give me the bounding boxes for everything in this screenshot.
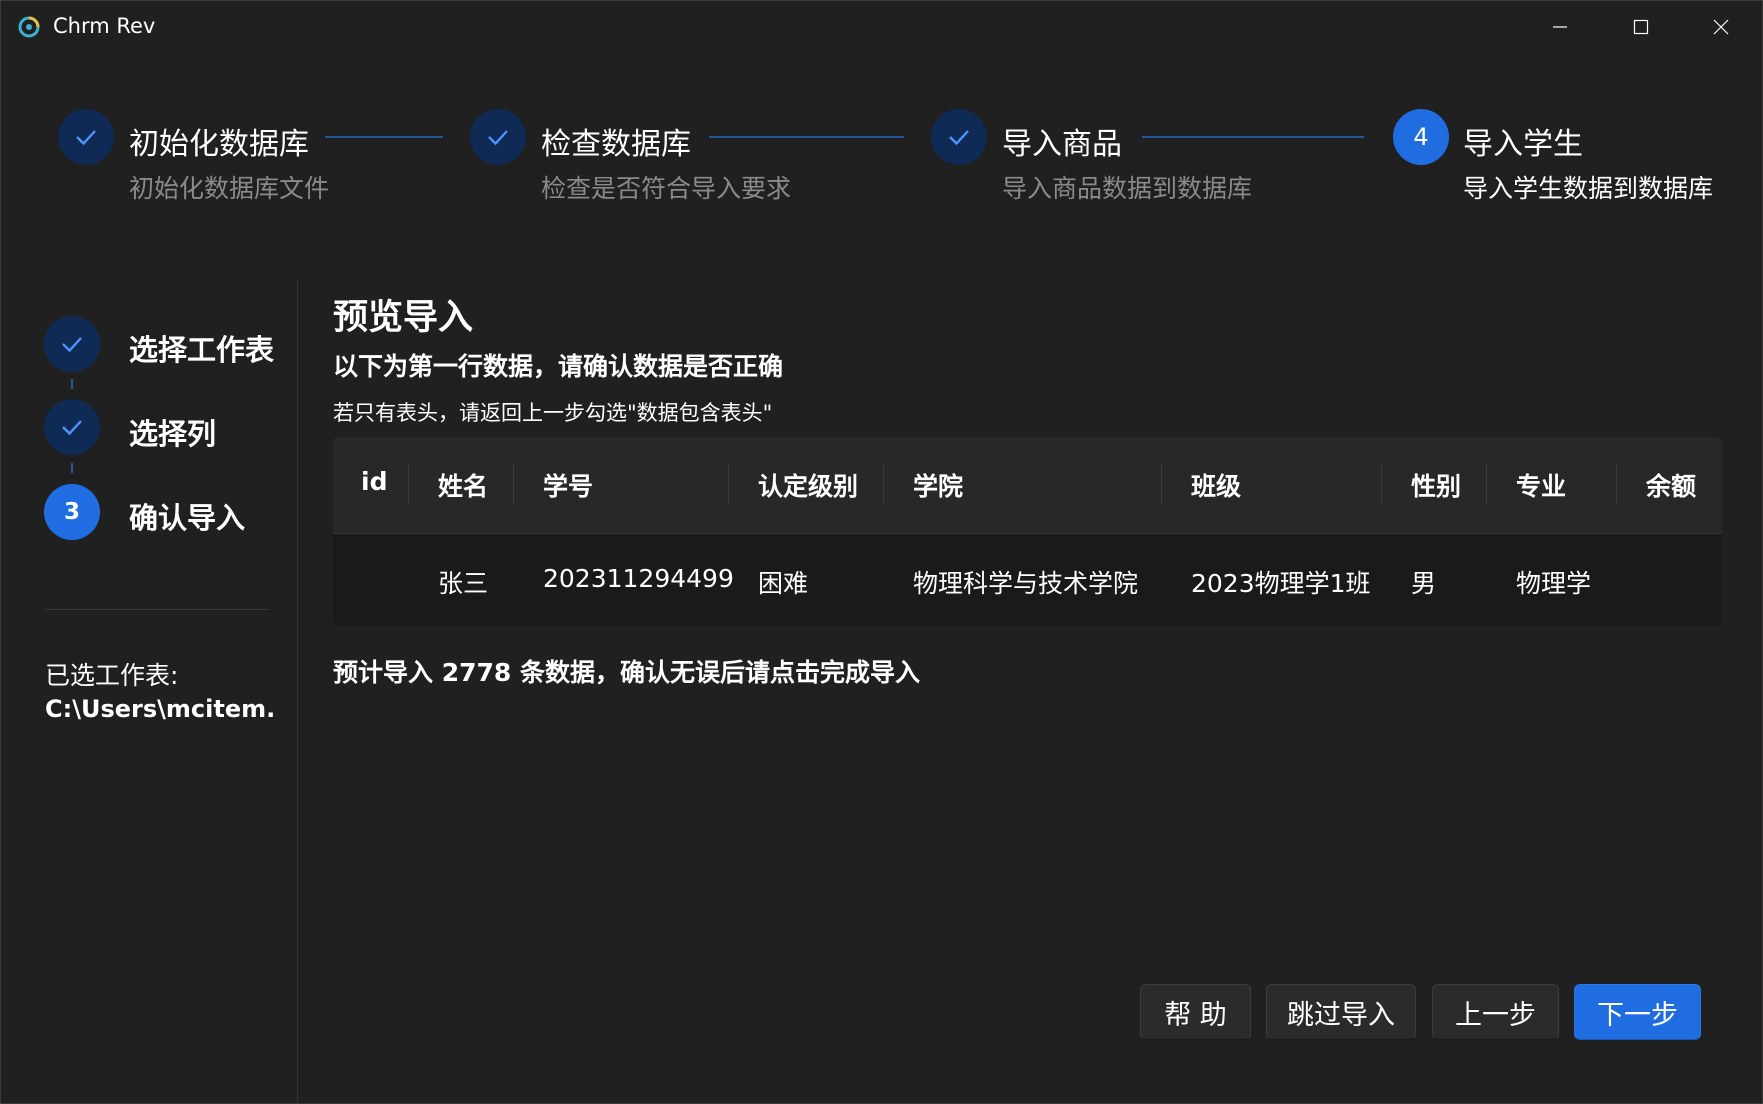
app-logo-icon bbox=[18, 16, 40, 38]
table-row: 张三 202311294499 困难 物理科学与技术学院 2023物理学1班 男… bbox=[333, 534, 1722, 626]
previous-step-button[interactable]: 上一步 bbox=[1432, 984, 1559, 1040]
substep-1-label: 选择工作表 bbox=[129, 333, 275, 367]
column-separator[interactable] bbox=[728, 463, 729, 505]
cell-gender: 男 bbox=[1411, 569, 1437, 598]
close-button[interactable] bbox=[1681, 1, 1761, 53]
check-icon bbox=[488, 130, 508, 146]
table-header-row: id 姓名 学号 认定级别 学院 班级 性别 专业 余额 bbox=[333, 437, 1722, 534]
selected-sheet-label: 已选工作表: bbox=[45, 661, 179, 690]
step-4-active-indicator: 4 bbox=[1393, 109, 1449, 165]
column-separator[interactable] bbox=[1486, 463, 1487, 505]
substep-connector bbox=[71, 463, 73, 473]
substep-3-label: 确认导入 bbox=[129, 501, 246, 535]
column-header-major[interactable]: 专业 bbox=[1516, 467, 1566, 503]
preview-table: id 姓名 学号 认定级别 学院 班级 性别 专业 余额 张三 20231129… bbox=[333, 437, 1722, 626]
close-icon bbox=[1713, 19, 1729, 35]
left-divider bbox=[45, 609, 269, 610]
cell-level: 困难 bbox=[758, 569, 809, 598]
cell-class: 2023物理学1班 bbox=[1191, 569, 1371, 598]
check-icon bbox=[949, 130, 969, 146]
cell-name: 张三 bbox=[438, 569, 489, 598]
column-header-class[interactable]: 班级 bbox=[1191, 467, 1241, 503]
page-subtitle: 以下为第一行数据，请确认数据是否正确 bbox=[333, 352, 784, 381]
step-2-done-indicator bbox=[470, 109, 526, 165]
page-hint: 若只有表头，请返回上一步勾选"数据包含表头" bbox=[333, 401, 773, 425]
skip-import-button[interactable]: 跳过导入 bbox=[1266, 984, 1416, 1040]
step-4-title: 导入学生 bbox=[1463, 127, 1583, 162]
column-header-college[interactable]: 学院 bbox=[913, 467, 963, 503]
title-bar: Chrm Rev bbox=[1, 1, 1762, 53]
step-connector bbox=[709, 136, 904, 138]
column-separator[interactable] bbox=[1161, 463, 1162, 505]
window-title: Chrm Rev bbox=[53, 14, 156, 38]
step-2-title: 检查数据库 bbox=[541, 127, 691, 162]
step-connector bbox=[325, 136, 443, 138]
cell-student-id: 202311294499 bbox=[543, 564, 734, 593]
column-header-id[interactable]: id bbox=[361, 467, 387, 496]
step-1-desc: 初始化数据库文件 bbox=[129, 174, 330, 203]
column-header-name[interactable]: 姓名 bbox=[438, 467, 488, 503]
column-separator[interactable] bbox=[1616, 463, 1617, 505]
help-button[interactable]: 帮 助 bbox=[1140, 984, 1251, 1040]
import-summary: 预计导入 2778 条数据，确认无误后请点击完成导入 bbox=[333, 658, 920, 687]
step-number: 4 bbox=[1413, 123, 1429, 151]
substep-3-active-indicator: 3 bbox=[44, 484, 100, 540]
step-3-desc: 导入商品数据到数据库 bbox=[1002, 174, 1253, 203]
panel-divider bbox=[297, 279, 298, 1103]
minimize-icon bbox=[1553, 26, 1567, 28]
maximize-icon bbox=[1633, 19, 1649, 35]
maximize-button[interactable] bbox=[1601, 1, 1681, 53]
cell-college: 物理科学与技术学院 bbox=[913, 569, 1139, 598]
column-header-student-id[interactable]: 学号 bbox=[543, 467, 593, 503]
step-1-done-indicator bbox=[58, 109, 114, 165]
page-title: 预览导入 bbox=[333, 298, 474, 338]
step-4-desc: 导入学生数据到数据库 bbox=[1463, 174, 1714, 203]
column-header-level[interactable]: 认定级别 bbox=[758, 467, 858, 503]
column-separator[interactable] bbox=[408, 463, 409, 505]
substep-connector bbox=[71, 379, 73, 389]
column-separator[interactable] bbox=[513, 463, 514, 505]
column-header-balance[interactable]: 余额 bbox=[1646, 467, 1696, 503]
substep-1-done-indicator bbox=[44, 316, 100, 372]
app-window: Chrm Rev 初始化数据库 初始化数据库文件 检查数据库 检查是否符合导入要… bbox=[0, 0, 1763, 1104]
check-icon bbox=[62, 337, 82, 353]
cell-major: 物理学 bbox=[1516, 569, 1592, 598]
check-icon bbox=[62, 420, 82, 436]
substep-2-done-indicator bbox=[44, 399, 100, 455]
selected-sheet-path: C:\Users\mcitem... bbox=[45, 695, 275, 723]
column-separator[interactable] bbox=[1381, 463, 1382, 505]
check-icon bbox=[76, 130, 96, 146]
next-step-button[interactable]: 下一步 bbox=[1574, 984, 1701, 1040]
minimize-button[interactable] bbox=[1520, 1, 1600, 53]
step-2-desc: 检查是否符合导入要求 bbox=[541, 174, 792, 203]
column-header-gender[interactable]: 性别 bbox=[1411, 467, 1461, 503]
step-connector bbox=[1142, 136, 1364, 138]
step-3-done-indicator bbox=[931, 109, 987, 165]
step-1-title: 初始化数据库 bbox=[129, 127, 309, 162]
substep-2-label: 选择列 bbox=[129, 417, 217, 451]
column-separator[interactable] bbox=[883, 463, 884, 505]
substep-number: 3 bbox=[63, 499, 80, 525]
step-3-title: 导入商品 bbox=[1002, 127, 1122, 162]
